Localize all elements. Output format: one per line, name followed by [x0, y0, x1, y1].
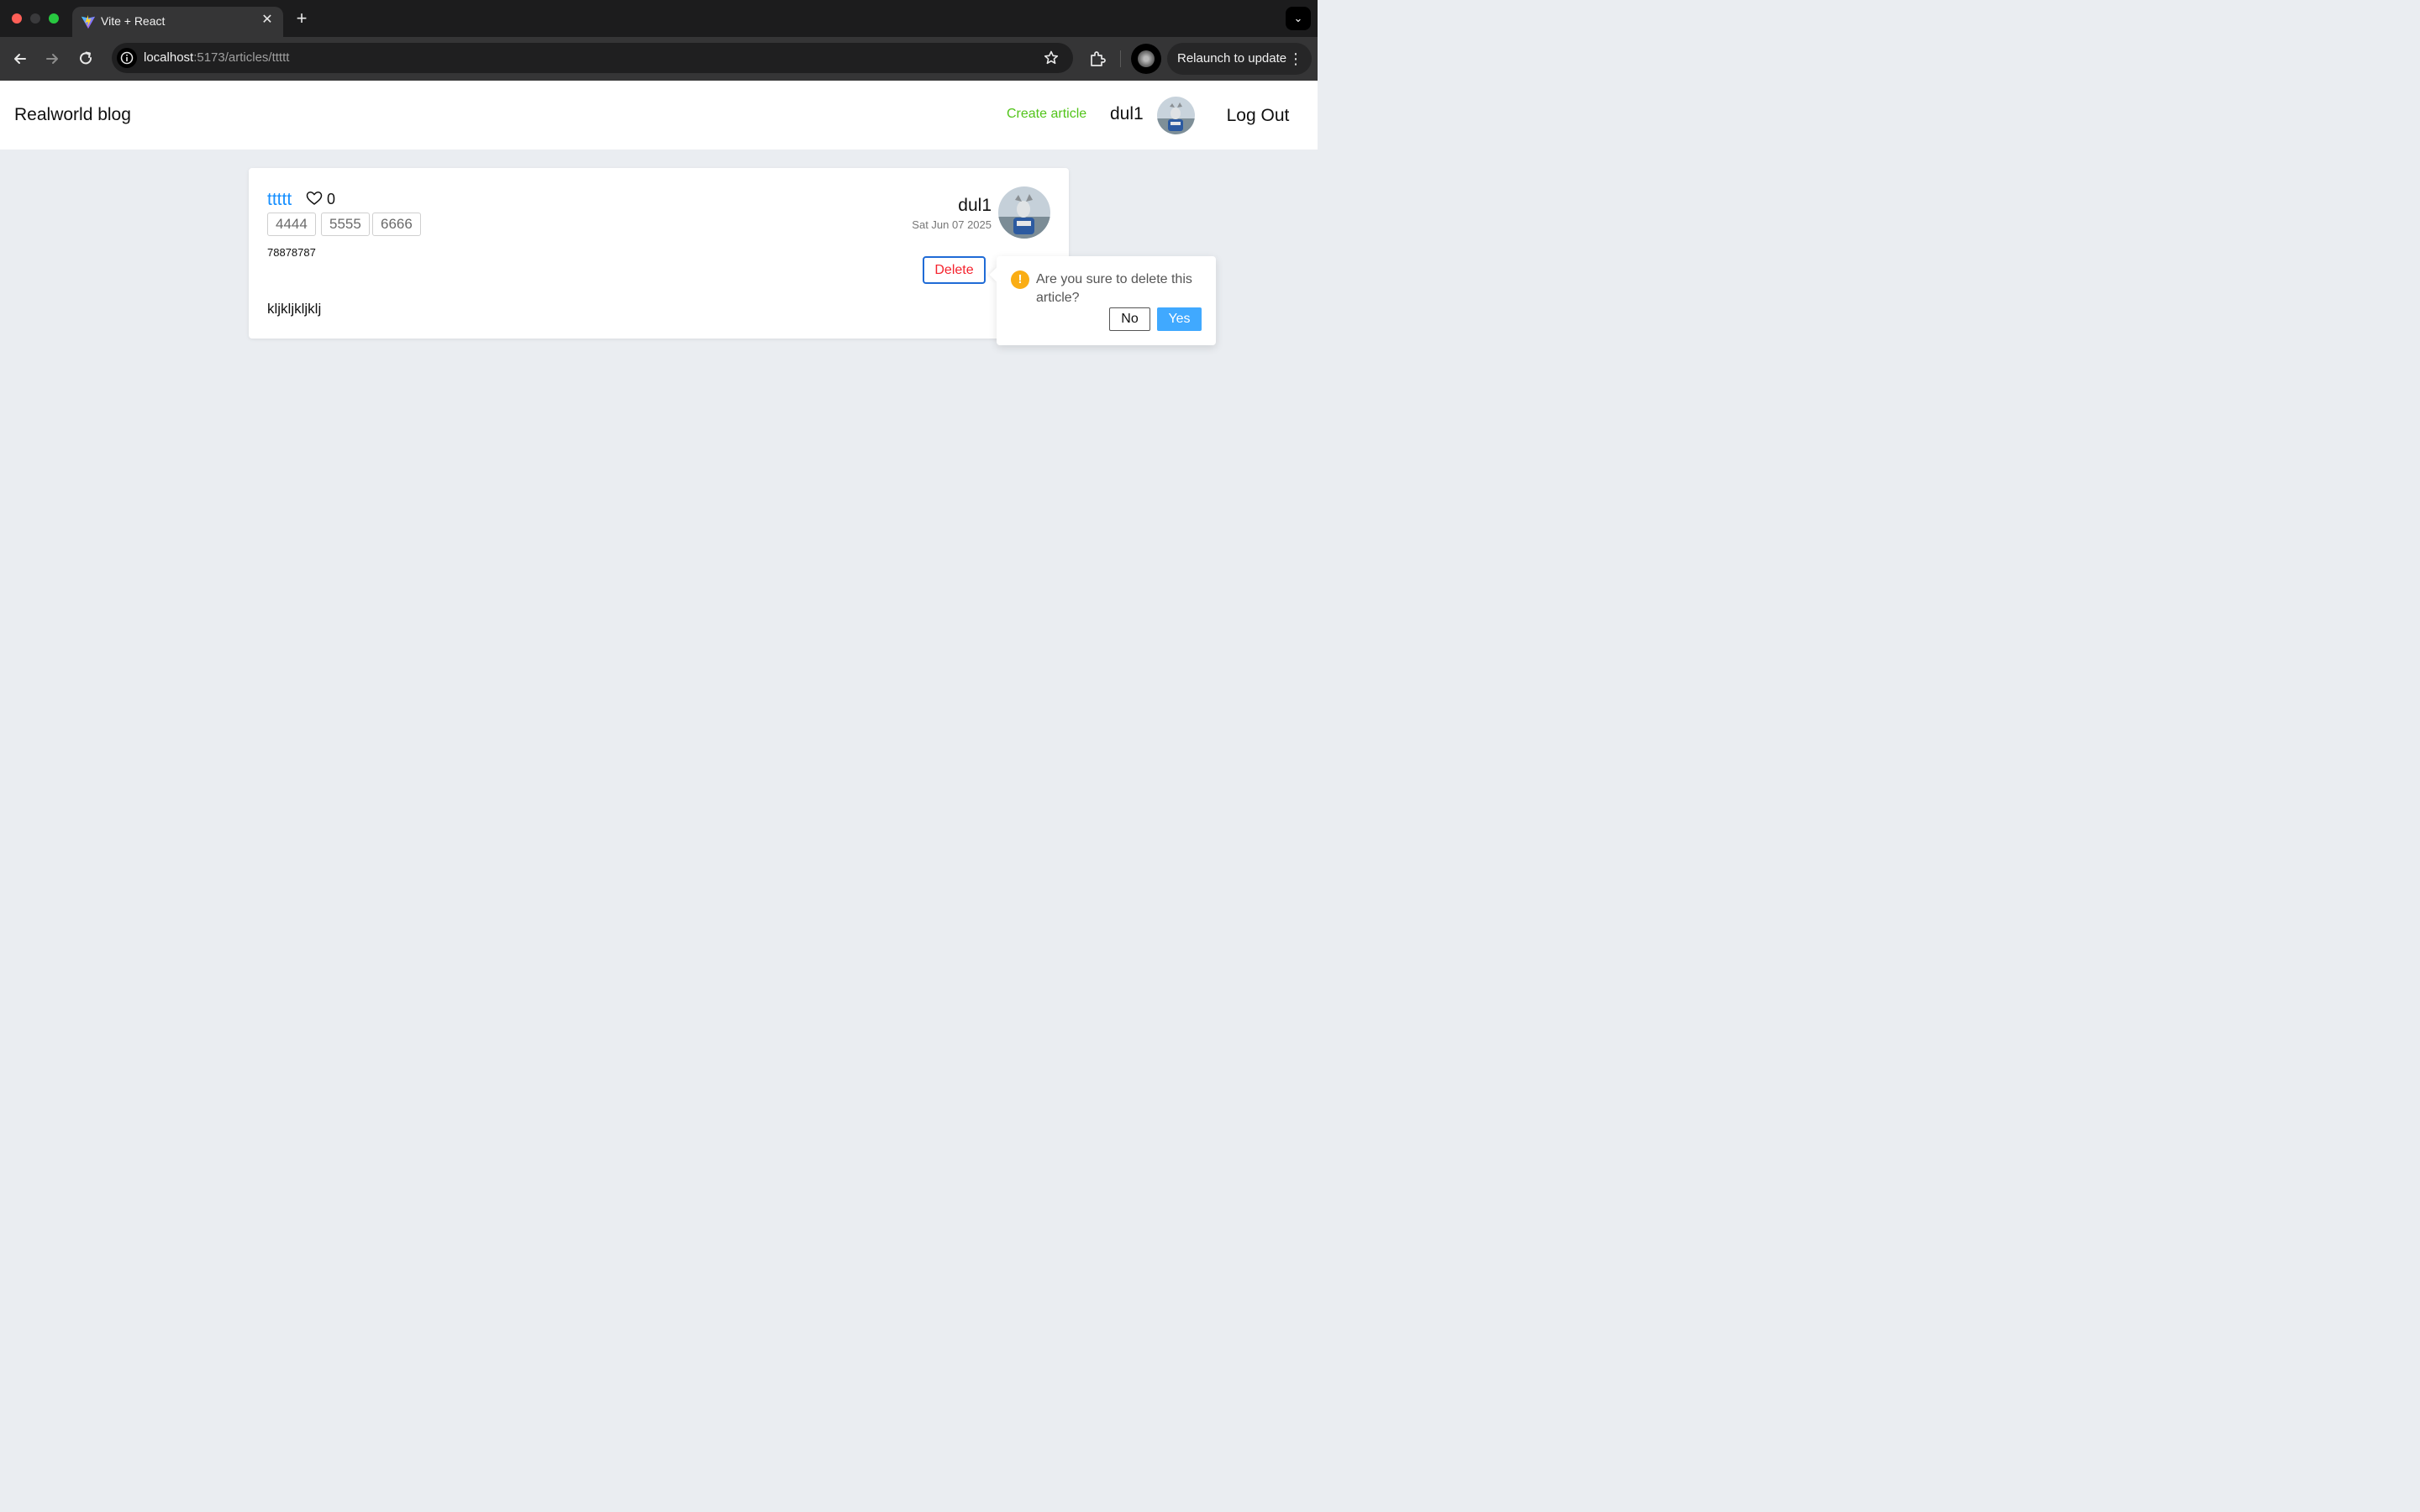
- article-card: ttttt 0 4444 5555 6666 78878787 kljkljkl…: [249, 168, 1069, 339]
- toolbar-divider: [1120, 50, 1121, 67]
- window-maximize-button[interactable]: [49, 13, 59, 24]
- relaunch-label: Relaunch to update: [1177, 51, 1287, 66]
- article-title[interactable]: ttttt: [267, 190, 292, 210]
- confirm-message: Are you sure to delete this article?: [1036, 272, 1192, 305]
- site-info-icon[interactable]: [117, 48, 137, 68]
- extensions-icon[interactable]: [1088, 50, 1107, 68]
- profile-image: [1138, 50, 1155, 67]
- tab-title: Vite + React: [101, 14, 166, 28]
- header-avatar[interactable]: [1157, 97, 1195, 134]
- article-tag: 6666: [372, 213, 421, 236]
- forward-arrow-icon[interactable]: [41, 48, 63, 70]
- url-text: localhost:5173/articles/ttttt: [144, 50, 289, 65]
- create-article-link[interactable]: Create article: [1007, 107, 1086, 122]
- author-name[interactable]: dul1: [958, 196, 992, 216]
- article-date: Sat Jun 07 2025: [912, 218, 992, 231]
- bookmark-star-icon[interactable]: [1043, 50, 1060, 66]
- relaunch-button[interactable]: Relaunch to update ⋮: [1167, 43, 1312, 75]
- header-username[interactable]: dul1: [1110, 104, 1144, 124]
- reload-icon[interactable]: [75, 48, 97, 70]
- window-minimize-button[interactable]: [30, 13, 40, 24]
- address-bar[interactable]: localhost:5173/articles/ttttt: [112, 43, 1073, 73]
- vite-favicon-icon: [81, 14, 96, 29]
- browser-menu-icon[interactable]: ⋮: [1288, 43, 1303, 75]
- browser-tabstrip: Vite + React ✕ + ⌄: [0, 0, 1318, 37]
- back-arrow-icon[interactable]: [9, 48, 31, 70]
- delete-article-button[interactable]: Delete: [923, 256, 986, 284]
- author-avatar[interactable]: [998, 186, 1050, 239]
- confirm-yes-button[interactable]: Yes: [1157, 307, 1202, 331]
- confirm-no-button[interactable]: No: [1109, 307, 1150, 331]
- url-host: localhost: [144, 50, 194, 65]
- heart-icon[interactable]: [306, 191, 323, 206]
- warning-icon: !: [1011, 270, 1029, 289]
- article-tag: 5555: [321, 213, 370, 236]
- new-tab-button[interactable]: +: [293, 9, 310, 28]
- delete-confirm-popover: ! Are you sure to delete this article? N…: [989, 256, 1216, 345]
- browser-tab-active[interactable]: Vite + React ✕: [72, 7, 283, 37]
- like-count: 0: [327, 191, 336, 207]
- profile-avatar[interactable]: [1131, 44, 1161, 74]
- app-header: Realworld blog Create article dul1 Log O…: [0, 81, 1318, 150]
- like-button[interactable]: 0: [306, 191, 335, 208]
- article-body: kljkljkljklj: [267, 301, 322, 317]
- site-logo[interactable]: Realworld blog: [14, 105, 131, 125]
- window-close-button[interactable]: [12, 13, 22, 24]
- tab-close-icon[interactable]: ✕: [260, 13, 275, 28]
- logout-button[interactable]: Log Out: [1216, 97, 1300, 134]
- url-path: :5173/articles/ttttt: [193, 50, 290, 65]
- article-tag: 4444: [267, 213, 316, 236]
- tab-search-button[interactable]: ⌄: [1286, 7, 1311, 30]
- article-description: 78878787: [267, 246, 316, 259]
